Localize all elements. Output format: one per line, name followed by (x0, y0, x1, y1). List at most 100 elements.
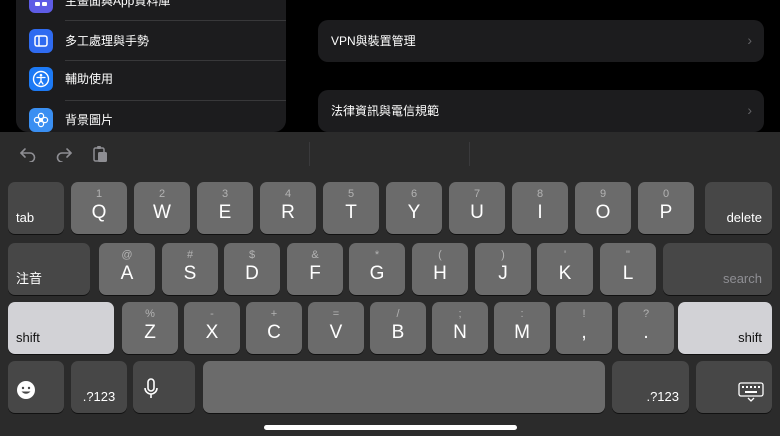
key-primary-label: Z (144, 322, 156, 343)
letter-key[interactable]: " L (600, 243, 656, 295)
key-secondary-label: 2 (158, 188, 166, 200)
tab-key[interactable]: tab (8, 182, 64, 234)
onscreen-keyboard: tab 1Q2W3E4R5T6Y7U8I9O0P delete 注音 @ A # S $… (0, 132, 780, 436)
letter-key[interactable]: ; N (432, 302, 488, 354)
key-primary-label: U (470, 202, 484, 223)
emoji-key[interactable] (8, 361, 64, 413)
key-secondary-label: / (396, 308, 400, 320)
letter-key[interactable]: -X (184, 302, 240, 354)
zhuyin-key[interactable]: 注音 (8, 243, 90, 295)
settings-sidebar: 主畫面與App資料庫 多工處理與手勢 輔助使用 背景圖片 (16, 0, 286, 132)
key-primary-label: H (433, 263, 447, 284)
sidebar-item-label: 輔助使用 (65, 72, 114, 86)
numbers-key-right[interactable]: .?123 (612, 361, 689, 413)
sidebar-item-label: 背景圖片 (65, 113, 114, 127)
letter-key[interactable]: % Z (122, 302, 178, 354)
multitasking-icon (29, 29, 53, 53)
shift-key-left[interactable]: shift (8, 302, 114, 354)
letter-key[interactable]: & F (287, 243, 343, 295)
key-secondary-label: # (186, 249, 194, 261)
key-primary-label: G (369, 263, 385, 284)
key-primary-label: M (514, 322, 530, 343)
paste-icon[interactable] (90, 144, 110, 164)
letter-key[interactable]: = V (308, 302, 364, 354)
key-primary-label: I (537, 202, 543, 223)
key-secondary-label: ; (458, 308, 462, 320)
key-secondary-label: ' (563, 249, 567, 261)
letter-key[interactable]: 1Q (71, 182, 127, 234)
key-primary-label: P (659, 202, 673, 223)
key-primary-label: W (153, 202, 171, 223)
key-secondary-label: 5 (347, 188, 355, 200)
letter-key[interactable]: 6Y (386, 182, 442, 234)
key-secondary-label: ( (438, 249, 442, 261)
sidebar-item-accessibility[interactable]: 輔助使用 (16, 60, 286, 98)
letter-key[interactable]: ?. (618, 302, 674, 354)
key-secondary-label: & (311, 249, 319, 261)
legal-regulatory-row[interactable]: 法律資訊與電信規範 › (318, 90, 764, 132)
letter-key[interactable]: ) J (475, 243, 531, 295)
letter-key[interactable]: / B (370, 302, 426, 354)
letter-key[interactable]: ' K (537, 243, 593, 295)
space-key[interactable] (203, 361, 605, 413)
key-secondary-label: @ (121, 249, 133, 261)
delete-key[interactable]: delete (705, 182, 772, 234)
letter-key[interactable]: 4R (260, 182, 316, 234)
key-label: tab (16, 210, 35, 225)
sidebar-item-label: 多工處理與手勢 (65, 34, 150, 48)
key-primary-label: , (581, 322, 587, 343)
divider (309, 142, 310, 166)
sidebar-item-wallpaper[interactable]: 背景圖片 (16, 101, 286, 132)
key-primary-label: B (391, 322, 405, 343)
key-secondary-label: 3 (221, 188, 229, 200)
key-label: shift (16, 330, 40, 345)
key-primary-label: J (498, 263, 508, 284)
numbers-key-left[interactable]: .?123 (71, 361, 127, 413)
key-primary-label: E (218, 202, 232, 223)
letter-key[interactable]: $ D (224, 243, 280, 295)
key-primary-label: Q (91, 202, 107, 223)
letter-key[interactable]: !, (556, 302, 612, 354)
key-label: delete (726, 210, 762, 225)
letter-key[interactable]: + C (246, 302, 302, 354)
divider (469, 142, 470, 166)
key-secondary-label: 6 (410, 188, 418, 200)
redo-icon[interactable] (54, 144, 74, 164)
letter-key[interactable]: @ A (99, 243, 155, 295)
search-key[interactable]: search (663, 243, 772, 295)
letter-key[interactable]: # S (162, 243, 218, 295)
key-primary-label: D (245, 263, 259, 284)
key-secondary-label: 8 (536, 188, 544, 200)
key-secondary-label: = (332, 308, 340, 320)
letter-key[interactable]: 9O (575, 182, 631, 234)
undo-icon[interactable] (18, 144, 38, 164)
key-primary-label: X (205, 322, 219, 343)
key-primary-label: F (309, 263, 321, 284)
key-primary-label: L (622, 263, 634, 284)
letter-key[interactable]: * G (349, 243, 405, 295)
vpn-device-management-row[interactable]: VPN與裝置管理 › (318, 20, 764, 62)
key-primary-label: R (281, 202, 295, 223)
home-indicator (264, 425, 517, 430)
key-label: .?123 (82, 389, 116, 404)
key-secondary-label: + (270, 308, 278, 320)
wallpaper-icon (29, 108, 53, 132)
letter-key[interactable]: 3E (197, 182, 253, 234)
letter-key[interactable]: 8I (512, 182, 568, 234)
sidebar-item-home-screen[interactable]: 主畫面與App資料庫 (16, 0, 286, 20)
shift-key-right[interactable]: shift (678, 302, 772, 354)
letter-key[interactable]: 7U (449, 182, 505, 234)
letter-key[interactable]: 2W (134, 182, 190, 234)
letter-key[interactable]: (H (412, 243, 468, 295)
dismiss-keyboard-key[interactable] (696, 361, 772, 413)
key-secondary-label: ) (501, 249, 505, 261)
letter-key[interactable]: :M (494, 302, 550, 354)
key-primary-label: T (345, 202, 357, 223)
letter-key[interactable]: 0P (638, 182, 694, 234)
sidebar-item-multitasking[interactable]: 多工處理與手勢 (16, 21, 286, 59)
key-secondary-label: 0 (662, 188, 670, 200)
letter-key[interactable]: 5T (323, 182, 379, 234)
key-secondary-label: 9 (599, 188, 607, 200)
sidebar-item-label: 主畫面與App資料庫 (65, 0, 171, 8)
dictation-key[interactable] (133, 361, 195, 413)
